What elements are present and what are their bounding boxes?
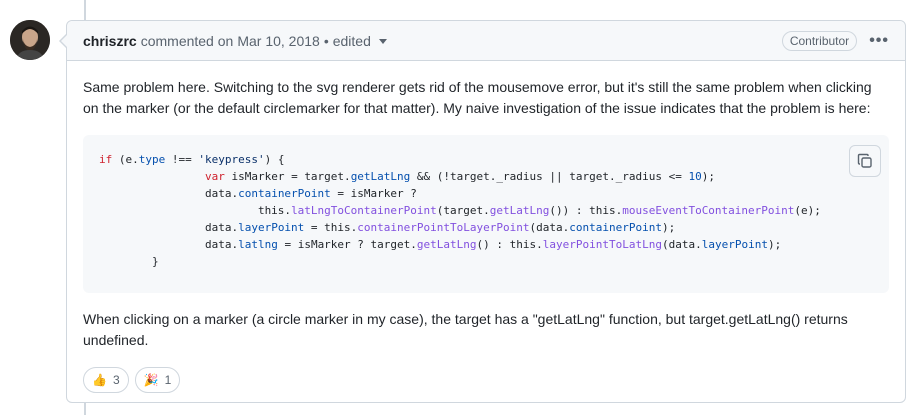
reaction-hooray[interactable]: 🎉 1 xyxy=(134,367,181,393)
reaction-count: 1 xyxy=(164,372,172,387)
code-line: this.latLngToContainerPoint(target.getLa… xyxy=(99,204,821,217)
comment-body: Same problem here. Switching to the svg … xyxy=(67,61,905,409)
code-line: data.layerPoint = this.containerPointToL… xyxy=(99,221,676,234)
avatar[interactable] xyxy=(10,20,50,60)
copy-button[interactable] xyxy=(849,145,881,177)
code-line: if (e.type !== 'keypress') { xyxy=(99,153,285,166)
comment-box: chriszrc commented on Mar 10, 2018 • edi… xyxy=(59,20,906,403)
edited-label: edited xyxy=(332,32,371,49)
party-popper-icon: 🎉 xyxy=(143,372,159,387)
author-link[interactable]: chriszrc xyxy=(83,33,137,49)
comment-paragraph-2: When clicking on a marker (a circle mark… xyxy=(83,311,848,348)
comment-header: chriszrc commented on Mar 10, 2018 • edi… xyxy=(67,21,905,61)
contributor-badge: Contributor xyxy=(781,30,858,51)
more-options-icon[interactable]: ••• xyxy=(869,32,889,50)
caret-down-icon xyxy=(378,39,387,44)
edited-dropdown[interactable]: edited xyxy=(333,33,387,49)
thumbs-up-icon: 👍 xyxy=(92,372,107,387)
comment-action: commented on xyxy=(140,32,234,49)
code-line: var isMarker = target.getLatLng && (!tar… xyxy=(204,170,715,183)
reaction-thumbs-up[interactable]: 👍 3 xyxy=(83,367,129,393)
meta-separator: • xyxy=(323,32,329,49)
avatar-image xyxy=(10,20,50,60)
reactions-bar: 👍 3 🎉 1 xyxy=(83,367,889,393)
reaction-count: 3 xyxy=(112,372,120,387)
comment-paragraph-1: Same problem here. Switching to the svg … xyxy=(83,79,872,116)
comment-date[interactable]: Mar 10, 2018 xyxy=(237,33,320,49)
code-block: if (e.type !== 'keypress') { var isMarke… xyxy=(83,135,889,293)
code-line: data.containerPoint = isMarker ? xyxy=(99,187,417,200)
copy-icon xyxy=(857,153,872,168)
code-line: data.latlng = isMarker ? target.getLatLn… xyxy=(99,238,782,251)
code-line: } xyxy=(99,255,159,268)
